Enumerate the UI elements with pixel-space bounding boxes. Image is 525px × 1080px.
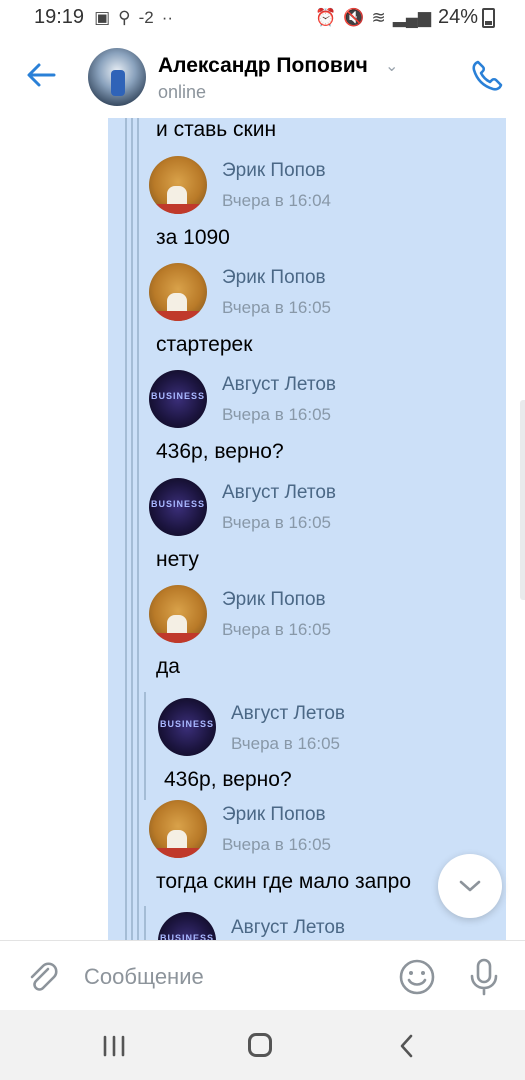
avatar-label: BUSINESS [159, 719, 214, 729]
chevron-down-icon [459, 880, 481, 892]
status-bar: 19:19 ▣ ⚲ -2 ·· ⏰ 🔇 ≋ ▂▄▆ 24% [0, 0, 525, 36]
chevron-down-icon[interactable]: ⌄ [385, 56, 398, 76]
message-text: да [156, 655, 180, 678]
avatar-label: BUSINESS [150, 391, 205, 401]
quote-line [137, 118, 139, 940]
chat-header: Александр Попович ⌄ online [0, 36, 525, 119]
voice-message-button[interactable] [466, 957, 502, 997]
message-time: Вчера в 16:05 [222, 405, 332, 424]
page-title[interactable]: Александр Попович [158, 54, 368, 78]
message-author[interactable]: Август Летов [222, 374, 336, 396]
message-text: 436р, верно? [156, 440, 284, 463]
avatar[interactable] [149, 156, 207, 214]
back-button[interactable] [24, 58, 58, 92]
quote-line [131, 118, 133, 940]
call-button[interactable] [469, 58, 505, 94]
avatar[interactable]: BUSINESS [149, 370, 207, 428]
system-navigation-bar [0, 1010, 525, 1080]
message-author[interactable]: Эрик Попов [222, 589, 326, 611]
recent-apps-button[interactable] [100, 1034, 128, 1058]
microphone-icon [470, 958, 498, 996]
message-author[interactable]: Август Летов [222, 482, 336, 504]
emoji-button[interactable] [398, 958, 436, 996]
avatar[interactable]: BUSINESS [149, 478, 207, 536]
arrow-left-icon [27, 63, 56, 87]
more-dots: ·· [161, 7, 174, 27]
message-text: за 1090 [156, 226, 230, 249]
message-time: Вчера в 16:05 [231, 734, 341, 753]
avatar[interactable]: BUSINESS [158, 698, 216, 756]
message-author[interactable]: Август Летов [231, 703, 345, 725]
message-time: Вчера в 16:05 [222, 298, 332, 317]
avatar[interactable] [149, 263, 207, 321]
quote-line [144, 906, 146, 940]
message-author[interactable]: Эрик Попов [222, 267, 326, 289]
message-text: стартерек [156, 333, 253, 356]
alarm-icon: ⏰ [315, 7, 337, 27]
quote-line [144, 692, 146, 800]
message-text: 436р, верно? [164, 768, 292, 791]
temperature: -2 [138, 7, 154, 27]
avatar-label: BUSINESS [150, 499, 205, 509]
mute-icon: 🔇 [343, 7, 365, 27]
message-input[interactable] [82, 958, 376, 996]
avatar[interactable] [149, 800, 207, 858]
system-back-button[interactable] [395, 1032, 419, 1060]
battery-percent: 24% [437, 6, 478, 28]
phone-icon [472, 60, 503, 91]
message-text: тогда скин где мало запро [156, 870, 412, 893]
message-text: нету [156, 548, 199, 571]
wifi-icon: ≋ [371, 7, 386, 27]
gallery-icon: ▣ [94, 7, 111, 27]
battery-icon [482, 7, 495, 28]
message-author[interactable]: Эрик Попов [222, 160, 326, 182]
avatar[interactable] [88, 48, 146, 106]
message-list[interactable]: и ставь скин Эрик Попов Вчера в 16:04 за… [0, 118, 525, 940]
recents-icon [103, 1035, 125, 1057]
signal-icon: ▂▄▆ [392, 7, 431, 27]
message-text: и ставь скин [156, 118, 277, 141]
chevron-left-icon [400, 1034, 413, 1058]
compose-bar [0, 940, 525, 1011]
message-time: Вчера в 16:05 [222, 513, 332, 532]
message-author[interactable]: Август Летов [231, 917, 345, 939]
search-icon: ⚲ [118, 7, 131, 27]
status-time: 19:19 [34, 6, 85, 28]
edge-panel-handle[interactable] [520, 400, 525, 600]
paperclip-icon [30, 962, 58, 991]
message-time: Вчера в 16:05 [222, 835, 332, 854]
scroll-down-button[interactable] [438, 854, 502, 918]
home-button[interactable] [248, 1033, 272, 1057]
avatar[interactable] [149, 585, 207, 643]
attach-button[interactable] [24, 959, 60, 995]
smiley-icon [399, 959, 435, 995]
message-author[interactable]: Эрик Попов [222, 804, 326, 826]
quote-line [125, 118, 127, 940]
message-time: Вчера в 16:05 [222, 620, 332, 639]
online-status: online [158, 82, 207, 102]
avatar-label: BUSINESS [159, 933, 214, 940]
message-time: Вчера в 16:04 [222, 191, 332, 210]
